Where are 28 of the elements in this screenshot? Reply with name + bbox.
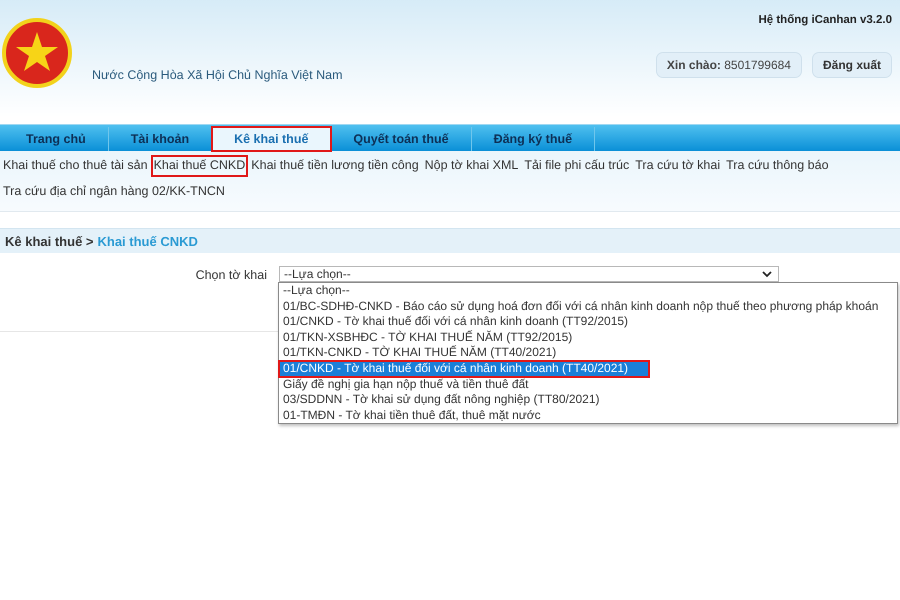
submenu-link[interactable]: Nộp tờ khai XML	[424, 157, 520, 175]
nav-tab[interactable]: Kê khai thuế	[212, 127, 332, 151]
submenu-link[interactable]: Tra cứu tờ khai	[634, 157, 722, 175]
dropdown-option[interactable]: 01/CNKD - Tờ khai thuế đối với cá nhân kinh doanh (TT92/2015)	[279, 314, 897, 330]
dropdown-option[interactable]: Giấy đề nghị gia hạn nộp thuế và tiền thuê đất	[279, 376, 897, 392]
dropdown-option[interactable]: 01/TKN-CNKD - TỜ KHAI THUẾ NĂM (TT40/2021)	[279, 345, 897, 361]
breadcrumb-parent[interactable]: Kê khai thuế >	[5, 234, 94, 248]
submenu-link[interactable]: Khai thuế cho thuê tài sản	[2, 157, 149, 175]
header-subtitle: Nước Cộng Hòa Xã Hội Chủ Nghĩa Việt Nam	[92, 68, 342, 82]
submenu-link[interactable]: Khai thuế tiền lương tiền công	[250, 157, 420, 175]
declaration-select[interactable]: --Lựa chọn--	[279, 266, 779, 282]
chevron-icon	[762, 270, 772, 278]
emblem-icon	[2, 18, 72, 88]
submenu-link[interactable]: Khai thuế CNKD	[152, 157, 246, 175]
logout-button[interactable]: Đăng xuất	[812, 52, 892, 78]
system-version: Hệ thống iCanhan v3.2.0	[758, 14, 892, 26]
breadcrumb-current: Khai thuế CNKD	[98, 234, 198, 248]
dropdown-option[interactable]: --Lựa chọn--	[279, 283, 897, 299]
submenu-link[interactable]: Tải file phi cấu trúc	[523, 157, 630, 175]
greeting-label: Xin chào: 8501799684	[656, 52, 802, 78]
dropdown-option[interactable]: 01-TMĐN - Tờ khai tiền thuê đất, thuê mặt nước	[279, 408, 897, 424]
dropdown-option[interactable]: 01/TKN-XSBHĐC - TỜ KHAI THUẾ NĂM (TT92/2015)	[279, 330, 897, 346]
submenu-link[interactable]: Tra cứu thông báo	[725, 157, 830, 175]
dropdown-option[interactable]: 01/CNKD - Tờ khai thuế đối với cá nhân kinh doanh (TT40/2021)	[279, 360, 649, 377]
dropdown-option[interactable]: 03/SDDNN - Tờ khai sử dụng đất nông nghiệp (TT80/2021)	[279, 392, 897, 408]
submenu-link[interactable]: Tra cứu địa chỉ ngân hàng 02/KK-TNCN	[2, 183, 226, 201]
form-label: Chọn tờ khai	[194, 268, 268, 282]
dropdown-option[interactable]: 01/BC-SDHĐ-CNKD - Báo cáo sử dụng hoá đơn đối với cá nhân kinh doanh nộp thuế theo phương pháp khoán	[279, 298, 897, 314]
